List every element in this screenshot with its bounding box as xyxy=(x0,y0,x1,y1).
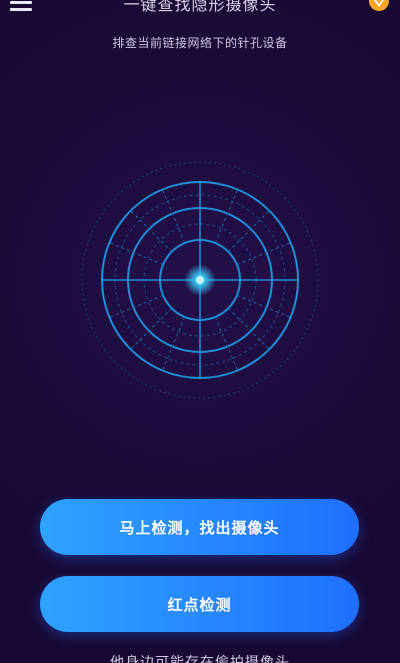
red-dot-detect-button[interactable]: 红点检测 xyxy=(40,576,359,632)
radar-scanner-icon xyxy=(81,161,319,399)
radar-center-dot xyxy=(196,276,204,284)
app-screen: 一键查找隐形摄像头 排查当前链接网络下的针孔设备 马上检测，找出摄像头 红点检测… xyxy=(0,0,400,663)
page-title: 一键查找隐形摄像头 xyxy=(123,0,277,14)
detect-now-button[interactable]: 马上检测，找出摄像头 xyxy=(40,499,359,555)
page-subtitle: 排查当前链接网络下的针孔设备 xyxy=(112,36,288,50)
diamond-icon[interactable] xyxy=(368,0,390,12)
footer-note: 他身边可能存在偷拍摄像头 xyxy=(110,655,290,663)
